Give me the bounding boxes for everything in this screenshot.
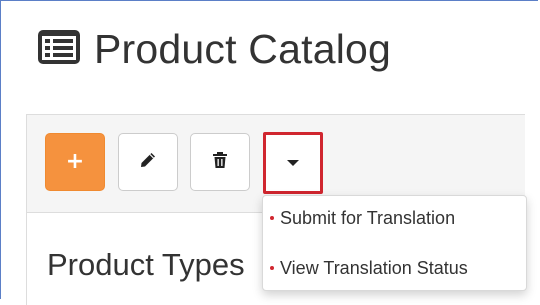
menu-item-view-translation-status[interactable]: View Translation Status [263,253,526,283]
more-actions-dropdown: Submit for Translation View Translation … [262,195,527,291]
menu-item-submit-for-translation[interactable]: Submit for Translation [263,203,526,233]
menu-item-label: Submit for Translation [280,207,456,228]
pencil-icon [139,151,157,174]
page-header: Product Catalog [36,22,391,76]
more-actions-button[interactable] [263,132,323,194]
edit-button[interactable] [118,133,178,191]
caret-down-icon [286,154,300,172]
delete-button[interactable] [190,133,250,191]
page-title: Product Catalog [94,25,392,72]
bullet-icon [270,216,274,220]
list-alt-icon [36,28,82,71]
bullet-icon [270,266,274,270]
trash-icon [212,151,228,174]
plus-icon: + [65,149,85,174]
add-button[interactable]: + [45,133,105,191]
section-heading: Product Types [47,247,245,282]
menu-item-label: View Translation Status [280,257,468,278]
